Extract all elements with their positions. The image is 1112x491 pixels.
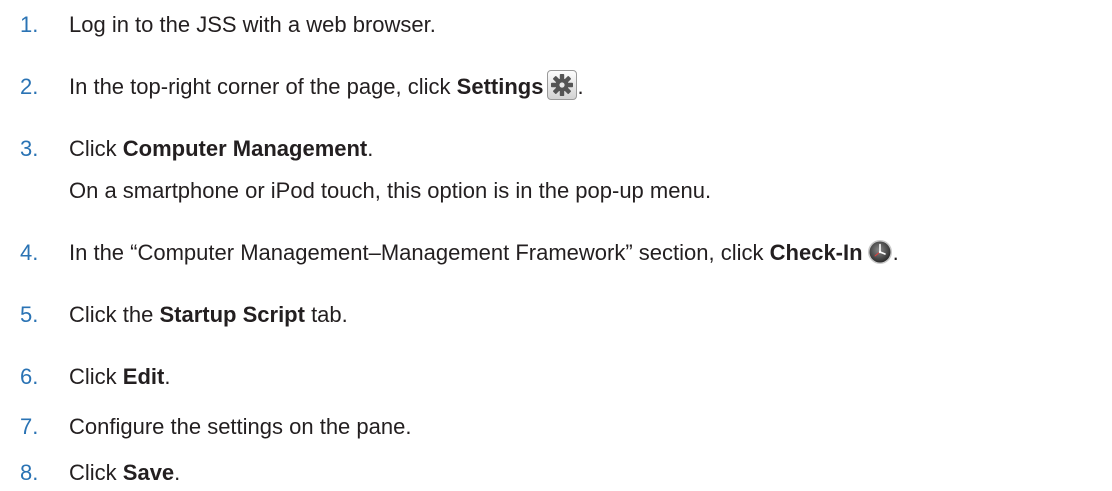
step-text-pre: In the top-right corner of the page, cli…: [69, 74, 457, 99]
step-text-post: tab.: [304, 302, 348, 327]
check-in-label: Check-In: [769, 240, 863, 265]
step-text-post: .: [892, 240, 899, 265]
settings-label: Settings: [456, 74, 544, 99]
step-number: 1.: [20, 12, 39, 37]
step-number: 7.: [20, 414, 39, 439]
step-text: Click the Startup Script tab.: [69, 302, 348, 328]
step-text-post: .: [174, 460, 181, 485]
step-text-pre: In the “Computer Management–Management F…: [69, 240, 770, 265]
gear-icon: [547, 70, 578, 101]
step-text-content: Configure the settings on the pane.: [69, 414, 412, 439]
step-number: 5.: [20, 302, 39, 327]
edit-label: Edit: [122, 364, 165, 389]
step-text-content: Log in to the JSS with a web browser.: [69, 12, 436, 37]
step-text: Configure the settings on the pane.: [69, 414, 411, 440]
step-text-pre: Click: [69, 136, 123, 161]
step-text: Log in to the JSS with a web browser.: [69, 12, 436, 38]
save-label: Save: [122, 460, 175, 485]
step-number: 6.: [20, 364, 39, 389]
step-text-post: .: [577, 74, 584, 99]
step-text-post: .: [367, 136, 374, 161]
gear-icon-graphic: [551, 74, 574, 97]
step-number: 8.: [20, 460, 39, 485]
step-text-post: .: [164, 364, 171, 389]
step-text: Click Computer Management.: [69, 136, 373, 162]
step-text: Click Edit.: [69, 364, 170, 390]
step-text: In the “Computer Management–Management F…: [69, 240, 899, 266]
step-text-pre: Click: [69, 460, 123, 485]
step-text: In the top-right corner of the page, cli…: [69, 70, 584, 101]
step-number: 3.: [20, 136, 39, 161]
step-text-pre: Click the: [69, 302, 160, 327]
clock-icon: [867, 239, 893, 265]
step-number: 4.: [20, 240, 39, 265]
step-text-pre: Click: [69, 364, 123, 389]
step-note: On a smartphone or iPod touch, this opti…: [69, 178, 712, 203]
startup-script-label: Startup Script: [159, 302, 305, 327]
step-number: 2.: [20, 74, 39, 99]
computer-management-label: Computer Management: [122, 136, 368, 161]
clock-icon-graphic: [867, 240, 892, 265]
step-text: Click Save.: [69, 460, 180, 486]
